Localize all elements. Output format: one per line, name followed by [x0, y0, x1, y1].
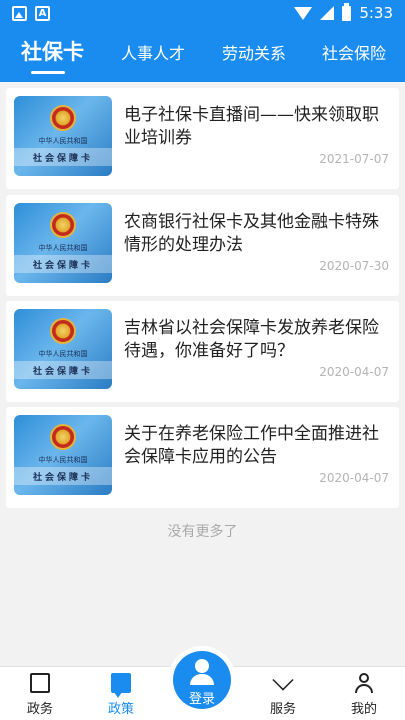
- no-more-text: 没有更多了: [167, 524, 238, 540]
- status-time: 5:33: [359, 4, 393, 22]
- person-icon: [354, 673, 374, 693]
- nav-label: 服务: [269, 702, 296, 717]
- card-name: 社会保障卡: [32, 367, 93, 377]
- article-title: 吉林省以社会保障卡发放养老保险待遇，你准备好了吗？: [124, 318, 379, 361]
- national-emblem-icon: [50, 212, 76, 238]
- login-button[interactable]: 登录: [168, 646, 236, 714]
- a-icon: A: [35, 6, 50, 21]
- card-subtitle: 中华人民共和国: [38, 137, 88, 145]
- social-security-card-image: 中华人民共和国 社会保障卡: [14, 309, 112, 389]
- social-security-card-image: 中华人民共和国 社会保障卡: [14, 203, 112, 283]
- list-item[interactable]: 中华人民共和国 社会保障卡 电子社保卡直播间——快来领取职业培训券 2021-0…: [6, 88, 399, 189]
- category-tabs: 社保卡 人事人才 劳动关系 社会保险: [0, 30, 405, 74]
- article-title: 电子社保卡直播间——快来领取职业培训券: [124, 105, 379, 148]
- heart-icon: [272, 669, 294, 691]
- list-item[interactable]: 中华人民共和国 社会保障卡 关于在养老保险工作中全面推进社会保障卡应用的公告 2…: [6, 407, 399, 508]
- nav-label: 我的: [350, 702, 377, 717]
- nav-zhengwu[interactable]: 政务: [10, 667, 70, 720]
- image-icon: [12, 6, 27, 21]
- login-label: 登录: [188, 692, 215, 707]
- article-title: 农商银行社保卡及其他金融卡特殊情形的处理办法: [124, 212, 379, 255]
- card-name: 社会保障卡: [32, 261, 93, 271]
- nav-label: 政务: [26, 702, 53, 717]
- nav-zhengce[interactable]: 政策: [91, 667, 151, 720]
- national-emblem-icon: [50, 318, 76, 344]
- article-date: 2021-07-07: [319, 152, 389, 166]
- status-bar: A 5:33: [0, 0, 405, 28]
- battery-icon: [342, 2, 352, 21]
- signal-icon: [320, 6, 335, 20]
- card-name: 社会保障卡: [32, 154, 93, 164]
- tab-renshi[interactable]: 人事人才: [121, 40, 185, 64]
- social-security-card-image: 中华人民共和国 社会保障卡: [14, 96, 112, 176]
- tab-shebaoka[interactable]: 社保卡: [21, 36, 84, 66]
- card-subtitle: 中华人民共和国: [38, 456, 88, 464]
- nav-label: 政策: [107, 702, 134, 717]
- tab-shehui[interactable]: 社会保险: [322, 40, 386, 64]
- list-item[interactable]: 中华人民共和国 社会保障卡 农商银行社保卡及其他金融卡特殊情形的处理办法 202…: [6, 195, 399, 296]
- card-subtitle: 中华人民共和国: [38, 244, 88, 252]
- app-header: A 5:33 社保卡 人事人才 劳动关系 社会保险: [0, 0, 405, 82]
- national-emblem-icon: [50, 424, 76, 450]
- article-date: 2020-04-07: [319, 471, 389, 485]
- nav-fuwu[interactable]: 服务: [253, 667, 313, 720]
- card-subtitle: 中华人民共和国: [38, 350, 88, 358]
- card-name: 社会保障卡: [32, 473, 93, 483]
- nav-wode[interactable]: 我的: [334, 667, 394, 720]
- tab-laodong[interactable]: 劳动关系: [222, 40, 286, 64]
- square-icon: [30, 673, 50, 693]
- national-emblem-icon: [50, 105, 76, 131]
- article-date: 2020-04-07: [319, 365, 389, 379]
- article-date: 2020-07-30: [319, 259, 389, 273]
- chat-icon: [111, 673, 131, 698]
- wifi-icon: [294, 6, 313, 20]
- list-item[interactable]: 中华人民共和国 社会保障卡 吉林省以社会保障卡发放养老保险待遇，你准备好了吗？ …: [6, 301, 399, 402]
- article-title: 关于在养老保险工作中全面推进社会保障卡应用的公告: [124, 424, 379, 467]
- social-security-card-image: 中华人民共和国 社会保障卡: [14, 415, 112, 495]
- tab-active-indicator: [31, 71, 65, 74]
